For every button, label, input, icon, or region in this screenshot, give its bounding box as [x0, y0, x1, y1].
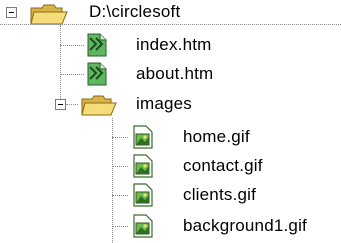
tree-connector-line	[112, 195, 128, 196]
tree-node-file[interactable]: about.htm	[60, 61, 260, 89]
tree-node-folder-images[interactable]: images	[50, 91, 250, 119]
file-label: about.htm	[136, 64, 214, 83]
collapse-toggle-root[interactable]	[6, 7, 17, 18]
tree-connector-line	[66, 104, 78, 105]
tree-connector-line	[60, 74, 84, 75]
gif-image-icon	[132, 154, 154, 178]
folder-open-icon	[81, 93, 117, 117]
html-file-icon	[86, 62, 108, 86]
tree-node-image[interactable]: clients.gif	[112, 181, 341, 209]
folder-label: images	[136, 94, 193, 113]
gif-image-icon	[132, 214, 154, 238]
root-underline	[0, 24, 341, 25]
root-folder-label: D:\circlesoft	[89, 2, 181, 21]
collapse-toggle-images[interactable]	[55, 99, 66, 110]
tree-connector-line	[60, 45, 84, 46]
file-label: contact.gif	[183, 156, 263, 175]
tree-connector-line	[112, 137, 128, 138]
folder-open-icon	[30, 2, 68, 26]
tree-node-image[interactable]: contact.gif	[112, 152, 341, 180]
html-file-icon	[86, 33, 108, 57]
tree-node-file[interactable]: index.htm	[60, 32, 260, 60]
file-label: clients.gif	[183, 185, 257, 204]
file-label: index.htm	[136, 35, 212, 54]
tree-connector-line	[112, 226, 128, 227]
gif-image-icon	[132, 125, 154, 149]
tree-connector-line	[112, 166, 128, 167]
file-label: home.gif	[183, 127, 250, 146]
folder-tree: D:\circlesoft index.htm about.htm images…	[0, 0, 341, 243]
tree-node-image[interactable]: background1.gif	[112, 212, 341, 240]
gif-image-icon	[132, 183, 154, 207]
file-label: background1.gif	[183, 216, 307, 235]
tree-node-image[interactable]: home.gif	[112, 123, 341, 151]
